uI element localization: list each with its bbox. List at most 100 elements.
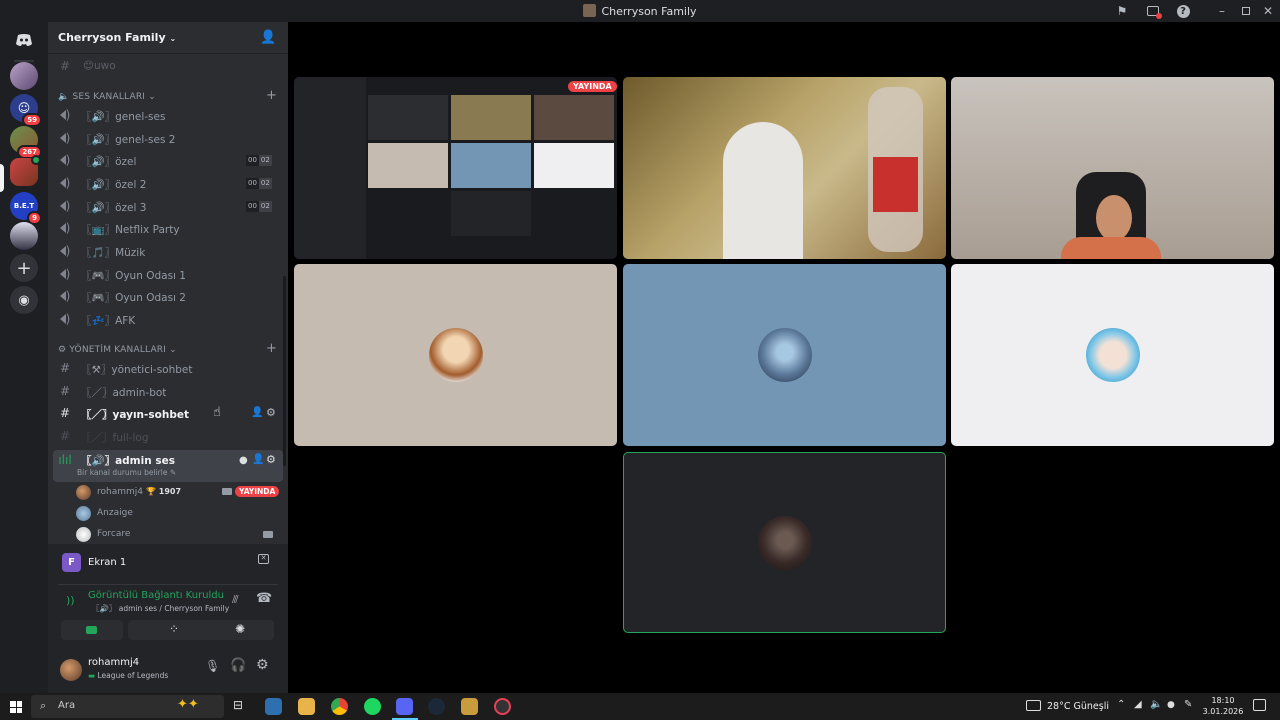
speaker-icon: ) bbox=[58, 290, 72, 303]
chrome-icon[interactable] bbox=[331, 698, 348, 715]
server-icon-6[interactable] bbox=[10, 222, 38, 250]
text-channel-full-log[interactable]: # 〖／〗full-log bbox=[53, 426, 283, 447]
camera-button[interactable] bbox=[61, 620, 123, 640]
voice-channel-ozel-3[interactable]: ) 〖🔊〗özel 3 00 02 bbox=[53, 196, 283, 217]
add-server-icon[interactable]: + bbox=[10, 254, 38, 282]
voice-channel-genel-ses[interactable]: ) 〖🔊〗genel-ses bbox=[53, 105, 283, 126]
clock-date[interactable]: 3.01.2026 bbox=[1200, 707, 1246, 716]
minimize-icon[interactable]: – bbox=[1212, 2, 1232, 20]
microphone-icon[interactable]: 🎙 bbox=[205, 659, 220, 673]
league-of-legends-icon[interactable] bbox=[461, 698, 478, 715]
taskbar-search[interactable]: ⌕ Ara ✦✦ bbox=[31, 695, 224, 718]
notification-icon[interactable] bbox=[1253, 699, 1266, 711]
avatar bbox=[76, 527, 91, 542]
app-icon-1[interactable] bbox=[265, 698, 282, 715]
connection-signal-icon[interactable]: )) bbox=[66, 594, 75, 607]
file-explorer-icon[interactable] bbox=[298, 698, 315, 715]
camera-tile-2[interactable] bbox=[951, 77, 1274, 259]
network-icon[interactable]: ◢ bbox=[1134, 699, 1142, 710]
category-admin-channels[interactable]: ⚙ YÖNETİM KANALLARI ⌄ bbox=[58, 345, 177, 355]
voice-channel-ozel-2[interactable]: ) 〖🔊〗özel 2 00 02 bbox=[53, 173, 283, 194]
voice-member-forcare[interactable]: Forcare bbox=[76, 525, 281, 544]
pen-icon[interactable]: ✎ bbox=[1184, 699, 1192, 710]
invite-icon[interactable]: 👤 bbox=[251, 407, 263, 418]
connection-channel[interactable]: 〖🔊〗 admin ses / Cherryson Family bbox=[92, 603, 229, 614]
search-icon: ⌕ bbox=[40, 699, 47, 712]
soundboard-button[interactable]: ✺ bbox=[212, 620, 274, 640]
app-icon-2[interactable] bbox=[494, 698, 511, 715]
invite-people-icon[interactable]: 👤 bbox=[260, 30, 276, 45]
participant-tile-speaking[interactable] bbox=[623, 452, 946, 633]
maximize-icon[interactable] bbox=[1236, 2, 1256, 20]
hash-icon: # bbox=[59, 384, 71, 398]
voice-channel-admin-ses[interactable]: ılıl 〖🔊〗admin ses Bir kanal durumu belir… bbox=[53, 450, 283, 482]
spotify-icon[interactable] bbox=[364, 698, 381, 715]
text-channel-uwo[interactable]: # 😊uwo bbox=[53, 56, 283, 77]
game-icon: ▬ bbox=[88, 671, 96, 680]
inbox-icon[interactable]: ⚑ bbox=[1112, 2, 1132, 20]
avatar bbox=[428, 328, 483, 382]
server-icon-bet[interactable]: B.E.T 9 bbox=[10, 192, 42, 225]
screen-share-indicator-icon[interactable] bbox=[1143, 2, 1163, 20]
voice-member-anzaige[interactable]: Anzaige bbox=[76, 504, 281, 523]
task-view-icon[interactable]: ⊟ bbox=[233, 698, 243, 712]
connection-status[interactable]: Görüntülü Bağlantı Kuruldu bbox=[88, 590, 224, 601]
headphones-icon[interactable]: 🎧 bbox=[230, 658, 246, 673]
noise-suppression-icon[interactable]: ⫻ bbox=[232, 593, 239, 607]
stop-stream-icon[interactable]: ✕ bbox=[258, 554, 269, 564]
channel-sidebar: Cherryson Family ⌄ 👤 # 😊uwo 🔈 SES KANALLA… bbox=[48, 22, 288, 693]
hash-icon: # bbox=[59, 429, 71, 443]
volume-icon[interactable]: 🔈 bbox=[1150, 699, 1162, 710]
voice-channel-genel-ses-2[interactable]: ) 〖🔊〗genel-ses 2 bbox=[53, 128, 283, 149]
invite-icon[interactable]: 👤 bbox=[252, 454, 264, 465]
gear-icon[interactable]: ⚙ bbox=[266, 406, 276, 419]
voice-channel-ozel[interactable]: ) 〖🔊〗özel 00 02 bbox=[53, 150, 283, 171]
user-avatar[interactable] bbox=[60, 659, 82, 681]
steam-icon[interactable] bbox=[428, 698, 445, 715]
chat-icon[interactable]: ● bbox=[239, 455, 248, 466]
clock-time[interactable]: 18:10 bbox=[1205, 696, 1241, 705]
server-icon-3[interactable]: 267 bbox=[10, 126, 42, 159]
server-icon-cherryson-family[interactable] bbox=[10, 155, 41, 186]
gear-icon[interactable]: ⚙ bbox=[266, 453, 276, 466]
voice-member-rohammj4[interactable]: rohammj4 🏆 1907 YAYINDA bbox=[76, 483, 281, 502]
voice-channel-muzik[interactable]: ) 〖🎵〗Müzik bbox=[53, 241, 283, 262]
discord-icon[interactable] bbox=[396, 698, 413, 715]
participant-tile-anzaige[interactable] bbox=[623, 264, 946, 446]
user-panel: F Ekran 1 ✕ )) Görüntülü Bağlantı Kuruld… bbox=[48, 544, 288, 693]
voice-channel-oyun-odasi-1[interactable]: ) 〖🎮〗Oyun Odası 1 bbox=[53, 264, 283, 285]
explore-servers-icon[interactable]: ◉ bbox=[10, 286, 38, 314]
scrollbar[interactable] bbox=[283, 276, 286, 466]
participant-tile-avatar-1[interactable] bbox=[294, 264, 617, 446]
weather-text[interactable]: 28°C Güneşli bbox=[1047, 701, 1109, 712]
create-channel-icon[interactable]: + bbox=[266, 88, 277, 103]
server-icon-2[interactable]: ☺ 59 bbox=[10, 94, 42, 127]
stream-tile[interactable]: YAYINDA bbox=[294, 77, 617, 259]
chevron-up-icon[interactable]: ⌃ bbox=[1117, 699, 1125, 710]
disconnect-icon[interactable]: ☎ bbox=[256, 591, 272, 606]
username[interactable]: rohammj4 bbox=[88, 657, 139, 668]
text-channel-admin-bot[interactable]: # 〖／〗admin-bot bbox=[53, 381, 283, 402]
camera-tile-1[interactable] bbox=[623, 77, 946, 259]
category-voice-channels[interactable]: 🔈 SES KANALLARI ⌄ bbox=[58, 92, 156, 102]
create-channel-icon[interactable]: + bbox=[266, 341, 277, 356]
server-header[interactable]: Cherryson Family ⌄ 👤 bbox=[48, 22, 288, 54]
close-icon[interactable]: ✕ bbox=[1258, 2, 1278, 20]
server-list: ☺ 59 267 B.E.T 9 + ◉ bbox=[0, 22, 48, 693]
participant-tile-forcare[interactable] bbox=[951, 264, 1274, 446]
server-name[interactable]: Cherryson Family ⌄ bbox=[58, 31, 176, 44]
activities-button-2[interactable]: ⁘ bbox=[145, 620, 207, 640]
discord-home-icon[interactable] bbox=[10, 26, 38, 54]
windows-start-icon[interactable] bbox=[10, 701, 22, 713]
help-icon[interactable]: ? bbox=[1173, 2, 1193, 20]
user-settings-gear-icon[interactable]: ⚙ bbox=[256, 657, 269, 673]
voice-channel-netflix-party[interactable]: ) 〖📺〗Netflix Party bbox=[53, 218, 283, 239]
server-icon-1[interactable] bbox=[10, 62, 38, 90]
channel-status[interactable]: Bir kanal durumu belirle ✎ bbox=[77, 468, 176, 477]
text-channel-yonetici-sohbet[interactable]: # 〖⚒〗yönetici-sohbet bbox=[53, 358, 283, 379]
text-channel-yayin-sohbet[interactable]: # 〖／〗yayın-sohbet ☝ 👤 ⚙ bbox=[53, 403, 283, 424]
app-tray-icon[interactable]: ● bbox=[1167, 700, 1175, 710]
voice-channel-afk[interactable]: ) 〖💤〗AFK bbox=[53, 309, 283, 330]
voice-channel-oyun-odasi-2[interactable]: ) 〖🎮〗Oyun Odası 2 bbox=[53, 286, 283, 307]
activities-icon: ⁘ bbox=[169, 622, 180, 636]
